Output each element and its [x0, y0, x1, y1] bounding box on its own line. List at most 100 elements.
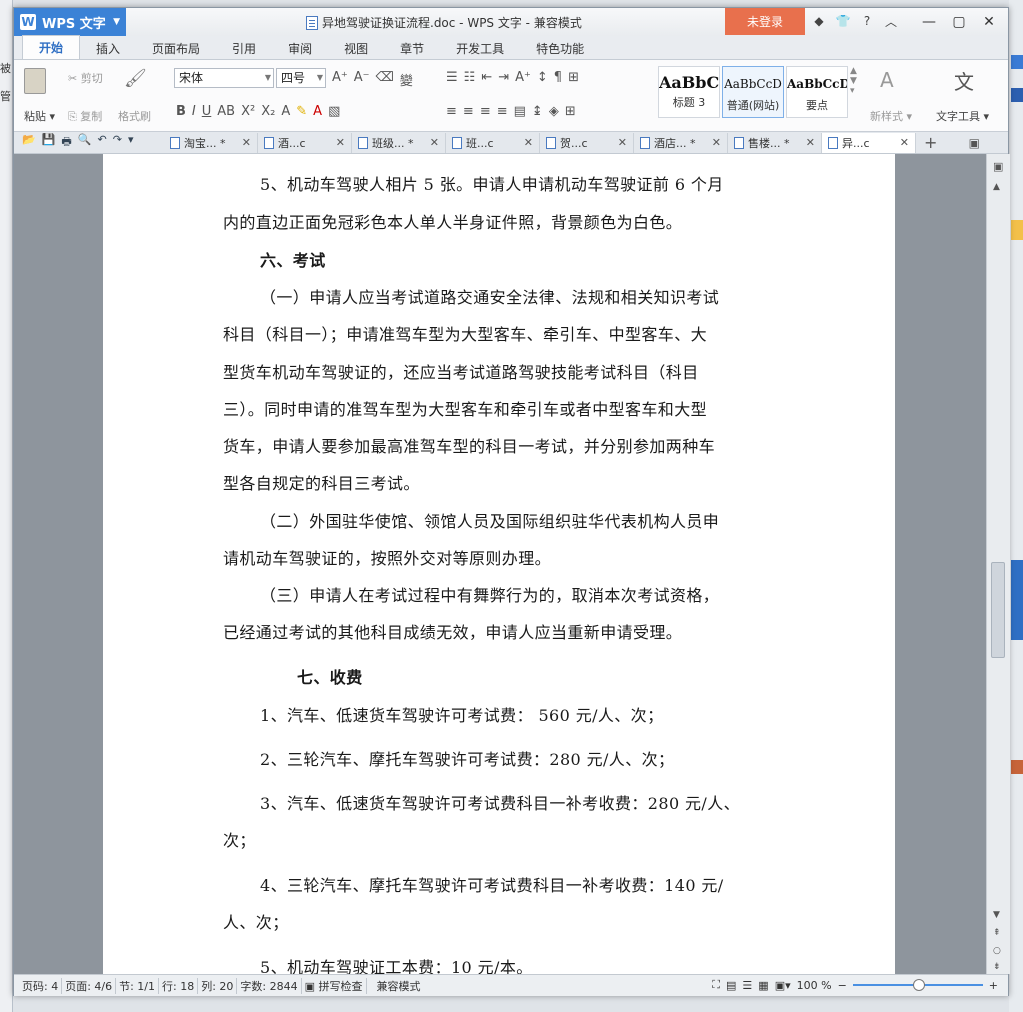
align-left-icon[interactable]: ≡: [446, 104, 457, 119]
italic-icon[interactable]: I: [192, 104, 196, 119]
bullet-list-icon[interactable]: ☰: [446, 70, 458, 85]
document-tab[interactable]: 班...c ✕: [446, 132, 540, 153]
increase-indent-icon[interactable]: ⇥: [498, 70, 509, 85]
borders-icon[interactable]: ⊞: [565, 104, 576, 119]
format-painter-icon[interactable]: 🖌: [124, 68, 154, 98]
select-browse-icon[interactable]: ○: [993, 946, 1001, 956]
style-normal-web[interactable]: AaBbCcD 普通(网站): [722, 66, 784, 118]
print-icon[interactable]: 🖶: [61, 133, 71, 152]
status-col[interactable]: 列: 20: [198, 977, 238, 994]
status-word-count[interactable]: 字数: 2844: [237, 977, 302, 994]
open-icon[interactable]: 📂: [22, 133, 36, 152]
distributed-icon[interactable]: ▤: [514, 104, 526, 119]
shrink-font-icon[interactable]: A⁻: [354, 70, 370, 89]
status-page-code[interactable]: 页码: 4: [14, 977, 63, 994]
next-page-icon[interactable]: ⇟: [993, 962, 1001, 972]
highlight-icon[interactable]: ✎: [296, 104, 307, 119]
redo-icon[interactable]: ↷: [113, 133, 122, 152]
collapse-ribbon-icon[interactable]: ︿: [882, 12, 900, 30]
copy-button[interactable]: ⎘ 复制: [68, 108, 102, 124]
shirt-icon[interactable]: 👕: [834, 12, 852, 30]
undo-icon[interactable]: ↶: [98, 133, 107, 152]
justify-icon[interactable]: ≡: [497, 104, 508, 119]
help-icon[interactable]: ?: [858, 12, 876, 30]
styles-scroll[interactable]: ▲ ▼ ▾: [850, 66, 857, 96]
text-tools-icon[interactable]: 文: [954, 66, 974, 95]
close-tab-icon[interactable]: ✕: [430, 136, 439, 149]
minimize-icon[interactable]: —: [916, 11, 942, 33]
decrease-indent-icon[interactable]: ⇤: [481, 70, 492, 85]
close-tab-icon[interactable]: ✕: [336, 136, 345, 149]
maximize-icon[interactable]: ▢: [946, 11, 972, 33]
outline-view-icon[interactable]: ☰: [742, 979, 752, 992]
tab-2[interactable]: 页面布局: [136, 37, 216, 59]
web-view-icon[interactable]: ▦: [758, 979, 768, 992]
show-marks-icon[interactable]: ¶: [554, 70, 562, 85]
page-view-icon[interactable]: ▤: [726, 979, 736, 992]
bold-icon[interactable]: B: [176, 104, 186, 119]
tab-1[interactable]: 插入: [80, 37, 136, 59]
close-tab-icon[interactable]: ✕: [618, 136, 627, 149]
close-tab-icon[interactable]: ✕: [242, 136, 251, 149]
text-tools-button[interactable]: 文字工具 ▾: [936, 108, 989, 124]
cut-button[interactable]: ✂ 剪切: [68, 70, 103, 86]
zoom-slider-knob[interactable]: [912, 979, 925, 991]
tab-3[interactable]: 引用: [216, 37, 272, 59]
new-style-icon[interactable]: A: [880, 68, 894, 92]
numbered-list-icon[interactable]: ☷: [464, 70, 476, 85]
tab-5[interactable]: 视图: [328, 37, 384, 59]
shading-icon[interactable]: ◈: [549, 104, 559, 119]
scroll-up-icon[interactable]: ▲: [993, 182, 1000, 192]
prev-page-icon[interactable]: ⇞: [993, 928, 1001, 938]
document-tab[interactable]: 酒店... * ✕: [634, 132, 728, 153]
underline-icon[interactable]: U: [202, 104, 212, 119]
reading-view-icon[interactable]: ▣▾: [775, 979, 791, 992]
login-button[interactable]: 未登录: [725, 8, 805, 35]
phonetic-icon[interactable]: 變: [400, 70, 413, 89]
status-pages[interactable]: 页面: 4/6: [62, 977, 117, 994]
document-tab[interactable]: 异...c ✕: [822, 132, 916, 153]
zoom-slider[interactable]: [852, 979, 983, 991]
text-direction-icon[interactable]: A⁺: [515, 70, 531, 85]
status-section[interactable]: 节: 1/1: [116, 977, 160, 994]
text-effect-icon[interactable]: A: [281, 104, 290, 119]
tab-8[interactable]: 特色功能: [520, 37, 600, 59]
tab-4[interactable]: 审阅: [272, 37, 328, 59]
grow-font-icon[interactable]: A⁺: [332, 70, 348, 89]
close-tab-icon[interactable]: ✕: [900, 136, 909, 149]
tab-7[interactable]: 开发工具: [440, 37, 520, 59]
close-tab-icon[interactable]: ✕: [712, 136, 721, 149]
spell-check-button[interactable]: ▣ 拼写检查: [302, 977, 367, 994]
font-name-combo[interactable]: 宋体 ▼: [174, 68, 274, 88]
document-tab[interactable]: 酒...c ✕: [258, 132, 352, 153]
paste-button[interactable]: 粘贴 ▾: [24, 108, 55, 124]
close-tab-icon[interactable]: ✕: [524, 136, 533, 149]
font-size-combo[interactable]: 四号 ▼: [276, 68, 326, 88]
clear-format-icon[interactable]: ⌫: [376, 70, 394, 89]
chevron-down-icon[interactable]: ▾: [128, 133, 134, 152]
document-tab[interactable]: 班级... * ✕: [352, 132, 446, 153]
skin-icon[interactable]: ◆: [810, 12, 828, 30]
tab-0[interactable]: 开始: [22, 35, 81, 59]
scroll-down-icon[interactable]: ▼: [993, 910, 1000, 920]
new-tab-icon[interactable]: +: [924, 133, 937, 152]
style-heading3[interactable]: AaBbC 标题 3: [658, 66, 720, 118]
font-color-icon[interactable]: A: [313, 104, 322, 119]
new-style-button[interactable]: 新样式 ▾: [870, 108, 912, 124]
document-tab[interactable]: 淘宝... * ✕: [164, 132, 258, 153]
style-key-point[interactable]: AaBbCcD 要点: [786, 66, 848, 118]
close-icon[interactable]: ✕: [976, 11, 1002, 33]
document-page[interactable]: 5、机动车驾驶人相片 5 张。申请人申请机动车驾驶证前 6 个月 内的直边正面免…: [103, 154, 895, 974]
close-tab-icon[interactable]: ✕: [806, 136, 815, 149]
scrollbar-thumb[interactable]: [991, 562, 1005, 658]
zoom-in-icon[interactable]: +: [989, 979, 998, 992]
char-shading-icon[interactable]: ▧: [328, 104, 340, 119]
strikethrough-icon[interactable]: AB: [217, 104, 235, 119]
document-tab[interactable]: 贺...c ✕: [540, 132, 634, 153]
superscript-icon[interactable]: X²: [241, 104, 255, 119]
align-right-icon[interactable]: ≡: [480, 104, 491, 119]
document-tab[interactable]: 售楼... * ✕: [728, 132, 822, 153]
full-screen-icon[interactable]: ⛶: [712, 978, 720, 992]
tab-6[interactable]: 章节: [384, 37, 440, 59]
zoom-out-icon[interactable]: −: [838, 979, 847, 992]
